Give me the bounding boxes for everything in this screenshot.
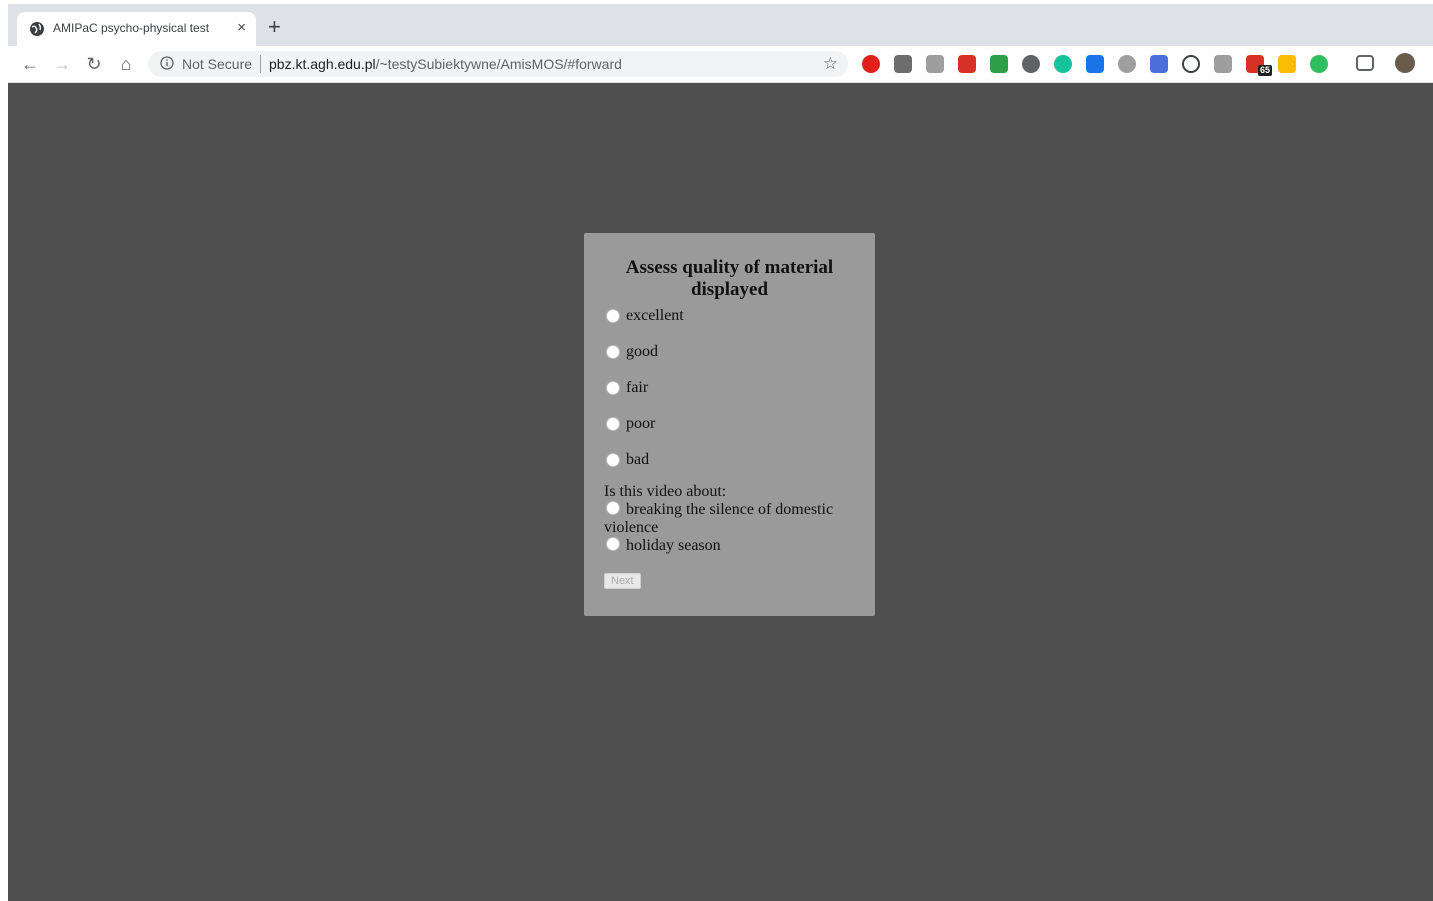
- circle-extension-icon[interactable]: [1022, 55, 1040, 73]
- security-label[interactable]: Not Secure: [182, 56, 252, 72]
- page-content: Assess quality of material displayed exc…: [8, 83, 1433, 901]
- topic-label: holiday season: [626, 537, 721, 554]
- evernote-extension-icon[interactable]: [1310, 55, 1328, 73]
- rating-option-excellent[interactable]: excellent: [604, 307, 855, 325]
- rating-label: good: [626, 343, 658, 360]
- radio-button[interactable]: [606, 381, 620, 395]
- bookmark-star-icon[interactable]: ☆: [823, 54, 838, 74]
- rating-option-good[interactable]: good: [604, 343, 855, 361]
- password-extension-icon[interactable]: [1182, 55, 1200, 73]
- info-icon[interactable]: [160, 56, 174, 70]
- tab-title: AMIPaC psycho-physical test: [53, 21, 210, 35]
- opera-extension-icon[interactable]: [862, 55, 880, 73]
- radio-button[interactable]: [606, 537, 620, 551]
- rating-option-poor[interactable]: poor: [604, 415, 855, 433]
- mail-extension-icon[interactable]: [926, 55, 944, 73]
- menu-icon[interactable]: ⋮: [1426, 53, 1433, 73]
- rating-label: excellent: [626, 307, 684, 324]
- url-host: pbz.kt.agh.edu.pl: [269, 56, 376, 72]
- window-edge: [0, 0, 8, 901]
- radio-button[interactable]: [606, 501, 620, 515]
- address-bar[interactable]: Not Secure pbz.kt.agh.edu.pl/~testySubie…: [148, 51, 848, 77]
- new-tab-button[interactable]: +: [268, 14, 281, 40]
- rating-label: poor: [626, 415, 656, 432]
- url-text[interactable]: pbz.kt.agh.edu.pl/~testySubiektywne/Amis…: [269, 56, 622, 72]
- shield-extension-icon[interactable]: [1086, 55, 1104, 73]
- topic-option-holiday-season[interactable]: holiday season: [604, 537, 855, 555]
- topic-label: breaking the silence of domestic violenc…: [604, 501, 834, 536]
- drive-extension-icon[interactable]: [894, 55, 912, 73]
- google-drive-icon[interactable]: [1278, 55, 1296, 73]
- forward-arrow-icon[interactable]: →: [50, 52, 74, 76]
- page-title: Assess quality of material displayed: [625, 257, 834, 300]
- rating-option-bad[interactable]: bad: [604, 451, 855, 469]
- reload-icon[interactable]: ↻: [82, 52, 106, 76]
- rating-option-fair[interactable]: fair: [604, 379, 855, 397]
- next-button[interactable]: Next: [604, 573, 641, 589]
- topic-option-domestic-violence[interactable]: breaking the silence of domestic violenc…: [604, 501, 855, 537]
- close-tab-icon[interactable]: ×: [237, 18, 246, 38]
- avatar[interactable]: [1395, 53, 1415, 73]
- cast-icon[interactable]: [1356, 55, 1374, 71]
- rating-label: fair: [626, 379, 649, 396]
- url-path: /~testySubiektywne/AmisMOS/#forward: [375, 56, 622, 72]
- extension-badge: 65: [1258, 65, 1273, 76]
- camera-extension-icon[interactable]: [1150, 55, 1168, 73]
- globe-icon: [30, 22, 44, 36]
- topic-question: Is this video about:: [604, 483, 727, 500]
- grammarly-extension-icon[interactable]: [1054, 55, 1072, 73]
- back-arrow-icon[interactable]: ←: [18, 52, 42, 76]
- rating-group: excellent good fair poor bad: [604, 307, 855, 469]
- home-icon[interactable]: ⌂: [114, 52, 138, 76]
- radio-button[interactable]: [606, 417, 620, 431]
- omnibox-divider: [260, 55, 261, 73]
- checkmark-extension-icon[interactable]: [990, 55, 1008, 73]
- browser-toolbar: ← → ↻ ⌂ Not Secure pbz.kt.agh.edu.pl/~te…: [8, 46, 1433, 83]
- radio-button[interactable]: [606, 345, 620, 359]
- notes-extension-icon[interactable]: [1214, 55, 1232, 73]
- radio-button[interactable]: [606, 453, 620, 467]
- assessment-panel: Assess quality of material displayed exc…: [584, 233, 875, 616]
- gmail-extension-icon[interactable]: [958, 55, 976, 73]
- browser-tab[interactable]: AMIPaC psycho-physical test ×: [17, 12, 256, 46]
- chat-extension-icon[interactable]: [1118, 55, 1136, 73]
- rating-label: bad: [626, 451, 650, 468]
- radio-button[interactable]: [606, 309, 620, 323]
- tab-strip: AMIPaC psycho-physical test × +: [8, 4, 1433, 46]
